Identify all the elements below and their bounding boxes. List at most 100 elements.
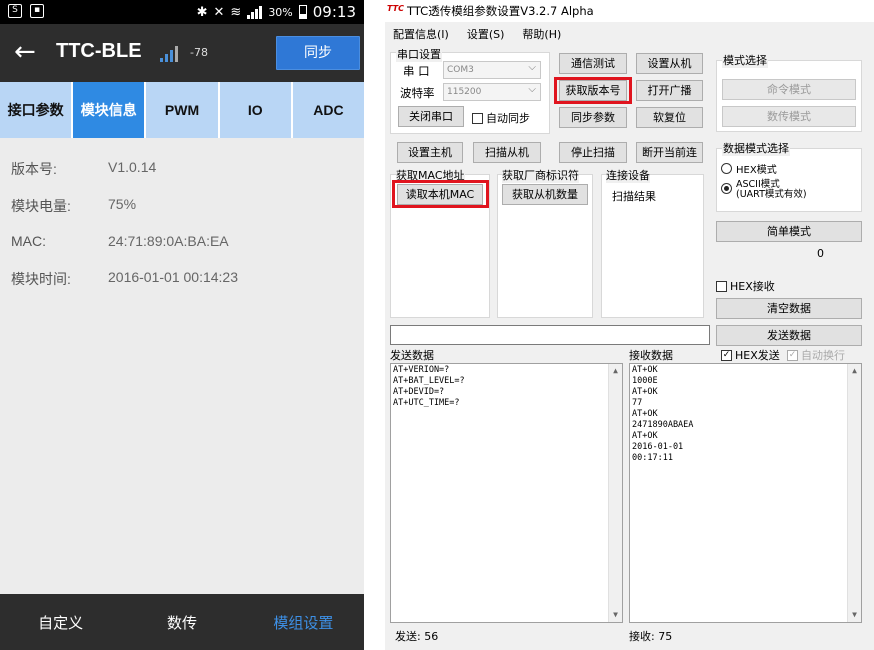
stop-scan-button[interactable]: 停止扫描 <box>559 142 627 163</box>
hex-mode-label: HEX模式 <box>736 165 777 176</box>
status-time: 09:13 <box>312 3 356 21</box>
bottom-nav: 自定义 数传 模组设置 <box>0 594 364 650</box>
battery-icon <box>298 5 307 19</box>
tab-bar: 接口参数 模块信息 PWM IO ADC <box>0 82 364 138</box>
scroll-down-icon[interactable]: ▼ <box>609 608 622 622</box>
highlight-box <box>392 180 489 208</box>
scroll-up-icon[interactable]: ▲ <box>848 364 861 378</box>
simple-mode-button[interactable]: 简单模式 <box>716 221 862 242</box>
send-scrollbar[interactable]: ▲ ▼ <box>608 364 622 622</box>
status-bar: S ▪ ✱ ✕ ≋ 30% 09:13 <box>0 0 364 24</box>
info-value: 75% <box>108 196 137 212</box>
sync-params-button[interactable]: 同步参数 <box>559 107 627 128</box>
send-line: AT+VERION=? <box>393 365 450 375</box>
send-area-label: 发送数据 <box>390 349 434 362</box>
sync-button[interactable]: 同步 <box>276 36 360 70</box>
phone-screen: S ▪ ✱ ✕ ≋ 30% 09:13 ← TTC-BLE -78 同步 接口参… <box>0 0 364 650</box>
wifi-icon: ≋ <box>230 4 242 20</box>
back-arrow-icon[interactable]: ← <box>14 34 36 70</box>
recv-textarea[interactable]: AT+OK 1000E AT+OK 77 AT+OK 2471890ABAEA … <box>629 363 862 623</box>
ascii-mode-radio[interactable]: ASCII模式 (UART模式有效) <box>721 180 807 200</box>
hex-mode-radio[interactable]: HEX模式 <box>721 161 777 176</box>
info-label: 版本号: <box>11 161 57 177</box>
baud-select[interactable]: 115200 <box>443 82 541 101</box>
info-value: 24:71:89:0A:BA:EA <box>108 233 229 249</box>
hex-send-label: HEX发送 <box>735 349 780 362</box>
recv-scrollbar[interactable]: ▲ ▼ <box>847 364 861 622</box>
info-row-battery: 模块电量: 75% <box>0 196 364 216</box>
app-title: TTC-BLE <box>56 40 142 62</box>
menu-help[interactable]: 帮助(H) <box>522 26 561 42</box>
recv-line: AT+OK <box>632 409 658 419</box>
tab-module-info[interactable]: 模块信息 <box>73 82 145 138</box>
status-right: ✱ ✕ ≋ 30% 09:13 <box>197 2 356 22</box>
soft-reset-button[interactable]: 软复位 <box>636 107 703 128</box>
close-port-button[interactable]: 关闭串口 <box>398 106 464 127</box>
menu-settings[interactable]: 设置(S) <box>467 26 505 42</box>
recv-line: 1000E <box>632 376 658 386</box>
scroll-up-icon[interactable]: ▲ <box>609 364 622 378</box>
send-data-button[interactable]: 发送数据 <box>716 325 862 346</box>
get-slave-count-button[interactable]: 获取从机数量 <box>502 184 588 205</box>
open-broadcast-button[interactable]: 打开广播 <box>636 80 703 101</box>
info-label: 模块时间: <box>11 271 71 287</box>
s-icon: S <box>8 4 22 18</box>
info-row-mac: MAC: 24:71:89:0A:BA:EA <box>0 233 364 253</box>
send-textarea[interactable]: AT+VERION=? AT+BAT_LEVEL=? AT+DEVID=? AT… <box>390 363 623 623</box>
disconnect-button[interactable]: 断开当前连 <box>636 142 703 163</box>
radio-icon <box>721 163 732 174</box>
battery-percent: 30% <box>268 5 293 19</box>
auto-sync-checkbox[interactable]: 自动同步 <box>472 110 530 126</box>
signal-icon <box>247 5 263 19</box>
recv-count: 接收: 75 <box>629 630 673 643</box>
tab-io[interactable]: IO <box>219 82 291 138</box>
checked-disabled-icon: ✓ <box>787 349 798 361</box>
port-select[interactable]: COM3 <box>443 60 541 79</box>
port-label: 串 口 <box>403 64 430 78</box>
tab-pwm[interactable]: PWM <box>146 82 218 138</box>
info-value: V1.0.14 <box>108 159 157 175</box>
info-row-time: 模块时间: 2016-01-01 00:14:23 <box>0 269 364 289</box>
nav-data-transfer[interactable]: 数传 <box>121 594 242 650</box>
app-bar: ← TTC-BLE -78 同步 <box>0 24 364 82</box>
highlight-box <box>554 77 632 104</box>
nav-custom[interactable]: 自定义 <box>0 594 121 650</box>
scroll-down-icon[interactable]: ▼ <box>848 608 861 622</box>
recv-line: 00:17:11 <box>632 453 673 463</box>
comm-test-button[interactable]: 通信测试 <box>559 53 627 74</box>
auto-newline-label: 自动换行 <box>801 349 845 362</box>
info-label: 模块电量: <box>11 198 71 214</box>
checkbox-icon <box>716 280 727 292</box>
command-mode-button[interactable]: 命令模式 <box>722 79 856 100</box>
menu-bar: 配置信息(I) 设置(S) 帮助(H) <box>385 24 874 44</box>
info-label: MAC: <box>11 233 46 249</box>
send-count: 发送: 56 <box>395 630 439 643</box>
nav-module-settings[interactable]: 模组设置 <box>243 594 364 650</box>
menu-config-info[interactable]: 配置信息(I) <box>393 26 449 42</box>
recv-line: AT+OK <box>632 387 658 397</box>
recv-line: 2471890ABAEA <box>632 420 694 430</box>
recv-line: 77 <box>632 398 643 408</box>
info-value: 2016-01-01 00:14:23 <box>108 269 238 285</box>
set-slave-button[interactable]: 设置从机 <box>636 53 703 74</box>
tab-interface-params[interactable]: 接口参数 <box>0 82 72 138</box>
data-mode-button[interactable]: 数传模式 <box>722 106 856 127</box>
clear-data-button[interactable]: 清空数据 <box>716 298 862 319</box>
send-line: AT+DEVID=? <box>393 387 445 397</box>
ascii-mode-label: ASCII模式 (UART模式有效) <box>736 180 807 200</box>
hex-recv-checkbox[interactable]: HEX接收 <box>716 278 775 294</box>
vendor-group-title: 获取厂商标识符 <box>502 167 579 183</box>
title-bar: TTC TTC透传模组参数设置V3.2.7 Alpha <box>385 0 874 22</box>
tab-adc[interactable]: ADC <box>292 82 364 138</box>
baud-label: 波特率 <box>400 86 435 100</box>
counter-value: 0 <box>817 247 824 260</box>
app-logo: TTC <box>387 4 404 13</box>
rssi-value: -78 <box>190 46 208 59</box>
window-title: TTC透传模组参数设置V3.2.7 Alpha <box>407 4 594 18</box>
auto-newline-checkbox[interactable]: ✓ 自动换行 <box>787 347 845 363</box>
set-master-button[interactable]: 设置主机 <box>397 142 463 163</box>
send-input[interactable] <box>390 325 710 345</box>
checked-icon: ✓ <box>721 349 732 361</box>
hex-send-checkbox[interactable]: ✓ HEX发送 <box>721 347 780 363</box>
scan-slave-button[interactable]: 扫描从机 <box>473 142 541 163</box>
